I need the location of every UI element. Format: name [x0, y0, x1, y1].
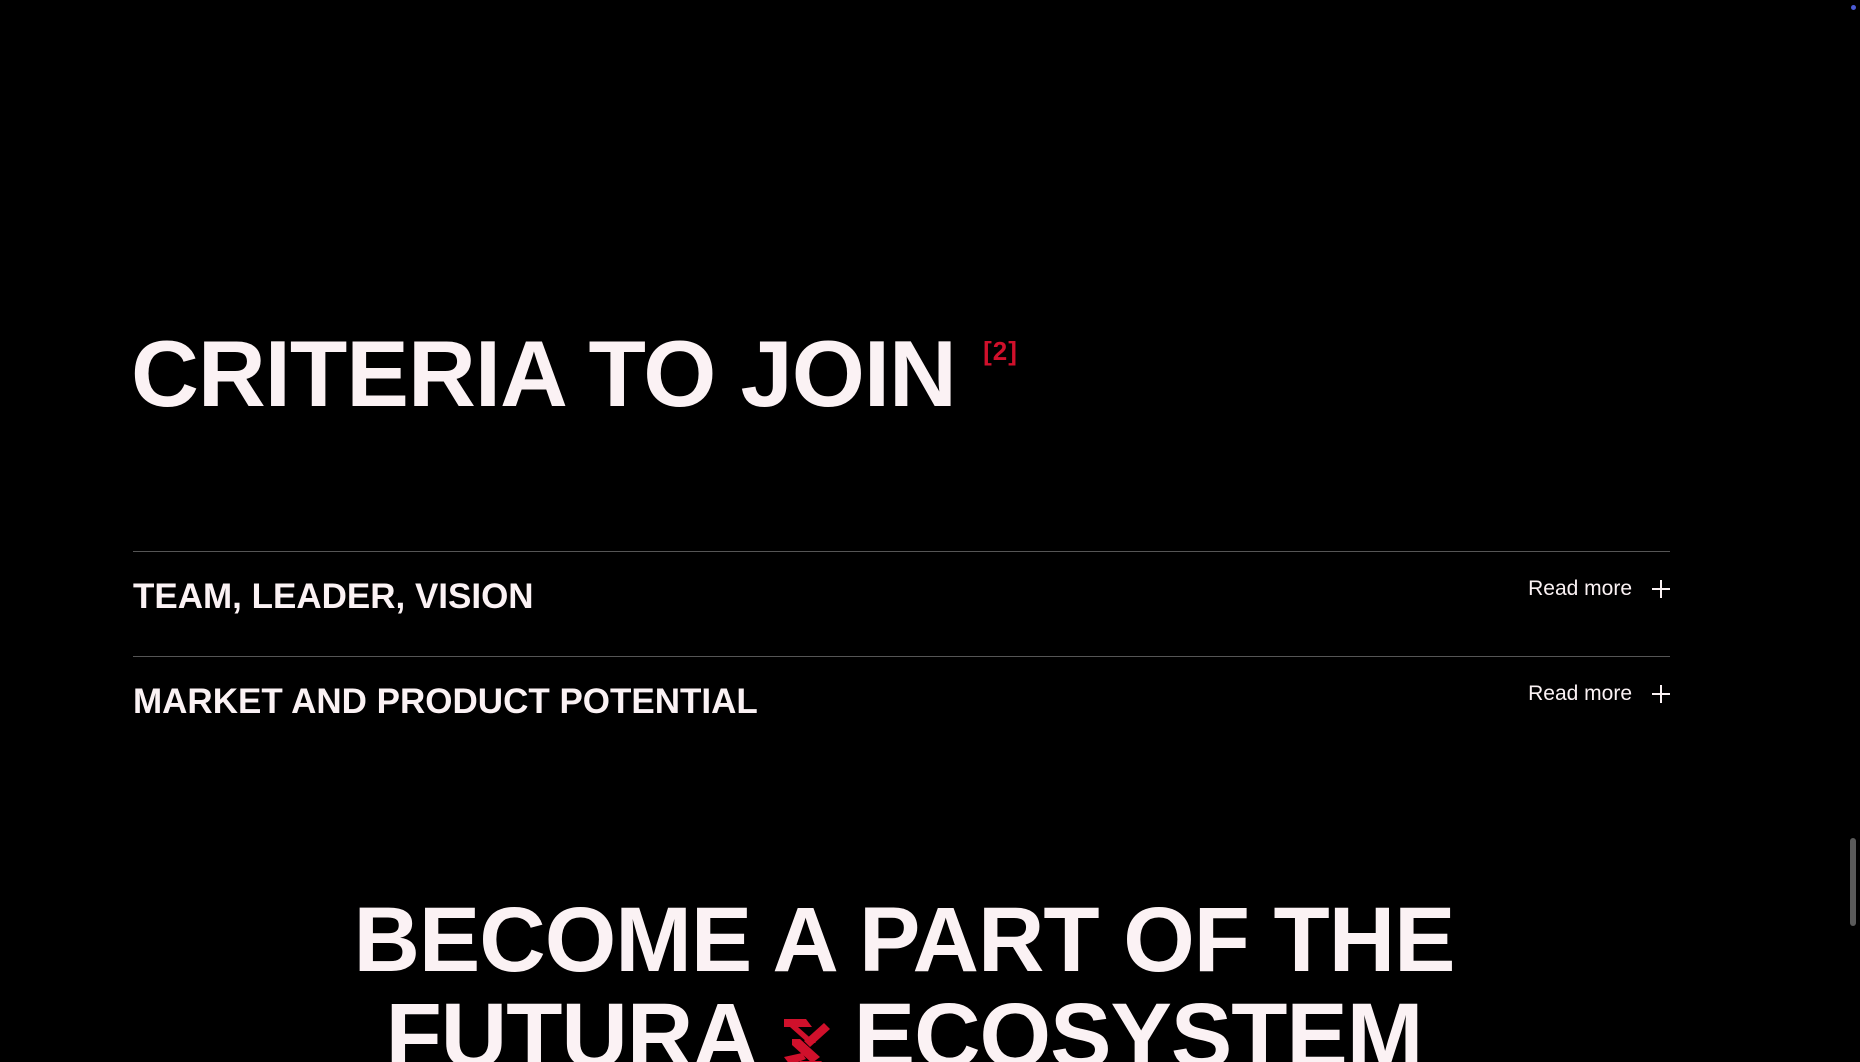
read-more-label: Read more	[1528, 577, 1632, 600]
page-scrollbar[interactable]	[1846, 0, 1860, 1062]
criteria-heading: CRITERIA TO JOIN [2]	[131, 321, 1017, 426]
indicator-dot-icon	[1851, 5, 1856, 10]
read-more-label: Read more	[1528, 682, 1632, 705]
cta-ecosystem-word: ECOSYSTEM	[853, 985, 1424, 1062]
criteria-ref-badge: [2]	[983, 336, 1018, 366]
plus-icon	[1652, 580, 1670, 598]
criteria-accordion: TEAM, LEADER, VISION Read more MARKET AN…	[133, 551, 1670, 761]
ecosystem-cta-heading: BECOME A PART OF THE FUTURA ECOSYSTEM	[0, 892, 1808, 1062]
accordion-item-market: MARKET AND PRODUCT POTENTIAL Read more	[133, 656, 1670, 761]
read-more-button-team[interactable]: Read more	[1528, 574, 1670, 604]
scrollbar-thumb[interactable]	[1850, 838, 1856, 926]
accordion-item-team: TEAM, LEADER, VISION Read more	[133, 551, 1670, 656]
page: CRITERIA TO JOIN [2] TEAM, LEADER, VISIO…	[0, 0, 1860, 1062]
plus-icon	[1652, 685, 1670, 703]
read-more-button-market[interactable]: Read more	[1528, 679, 1670, 709]
criteria-title: CRITERIA TO JOIN	[131, 321, 957, 426]
cta-futura-word: FUTURA	[385, 985, 759, 1062]
accordion-item-title: MARKET AND PRODUCT POTENTIAL	[133, 682, 758, 721]
accordion-item-title: TEAM, LEADER, VISION	[133, 577, 534, 616]
futura-logo-icon	[783, 1019, 830, 1062]
cta-line-2: FUTURA ECOSYSTEM	[0, 988, 1808, 1062]
cta-line-1: BECOME A PART OF THE	[353, 889, 1455, 991]
